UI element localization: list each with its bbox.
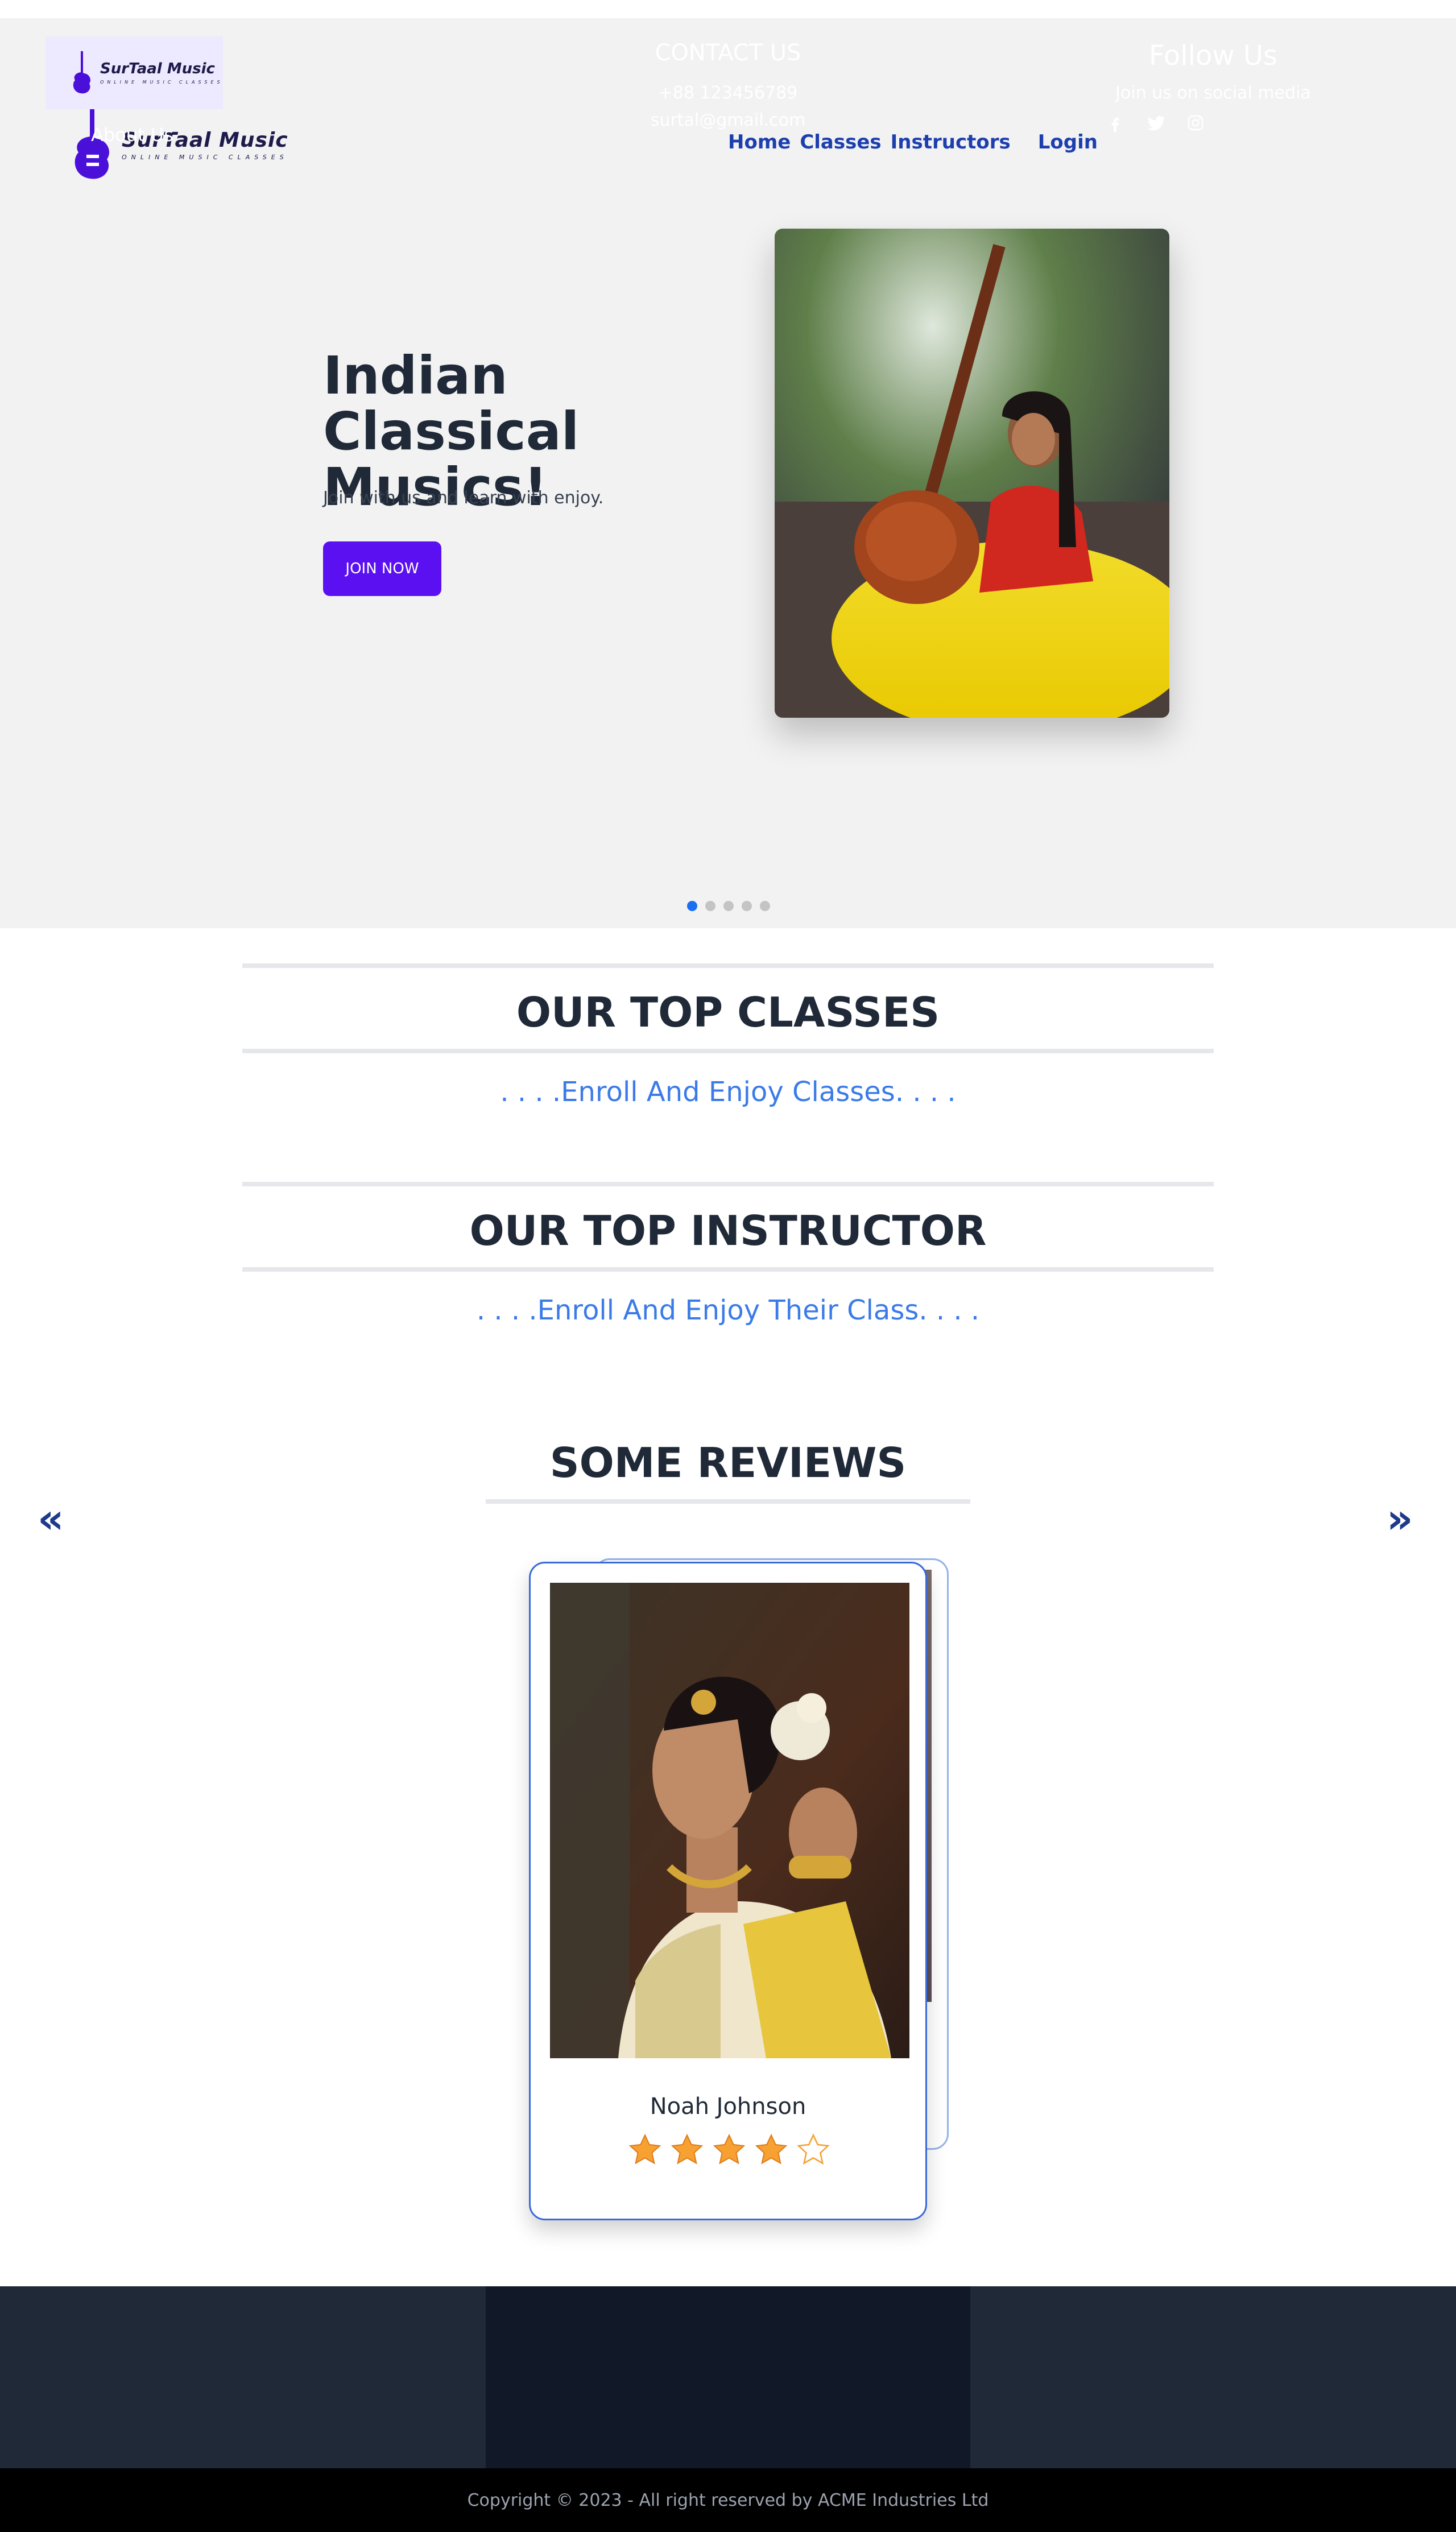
join-now-button[interactable]: JOIN NOW (323, 541, 441, 596)
woman-with-veena-photo (775, 229, 1169, 718)
reviews-title: SOME REVIEWS (549, 1439, 907, 1487)
classes-rule-top (242, 963, 1214, 968)
instructor-rule-bottom (242, 1267, 1214, 1272)
top-strip (0, 0, 1456, 18)
instructor-subtitle: . . . .Enroll And Enjoy Their Class. . .… (476, 1294, 980, 1326)
review-card-photo (550, 1583, 909, 2058)
nav-login[interactable]: Login (1038, 131, 1098, 154)
footer-logo[interactable]: SurTaal Music ONLINE MUSIC CLASSES (46, 36, 223, 109)
star-filled-icon (755, 2133, 788, 2165)
classes-rule-bottom (242, 1049, 1214, 1053)
slider-dot-5[interactable] (760, 901, 770, 911)
nav-classes[interactable]: Classes (800, 131, 881, 154)
review-card[interactable]: Noah Johnson (529, 1562, 927, 2220)
hero-photo (775, 229, 1169, 718)
classes-subtitle: . . . .Enroll And Enjoy Classes. . . . (500, 1076, 956, 1108)
footer-brand-name: SurTaal Music (100, 60, 215, 77)
instructor-rule-top (242, 1182, 1214, 1186)
reviews-next-arrow[interactable]: » (1387, 1495, 1413, 1542)
about-us-link[interactable]: About Us (91, 124, 173, 146)
star-filled-icon (713, 2133, 746, 2165)
hero-slider-dots (687, 901, 770, 911)
follow-title: Follow Us (1149, 40, 1277, 72)
star-empty-icon (797, 2133, 830, 2165)
classes-title: OUR TOP CLASSES (516, 988, 940, 1036)
slider-dot-2[interactable] (705, 901, 715, 911)
follow-subtitle: Join us on social media (1115, 83, 1311, 103)
twitter-icon[interactable] (1147, 114, 1165, 133)
woman-in-traditional-saree-photo (550, 1583, 909, 2058)
copyright-bar: Copyright © 2023 - All right reserved by… (0, 2468, 1456, 2532)
brand-tagline: ONLINE MUSIC CLASSES (122, 154, 288, 161)
footer-contact-panel (486, 2286, 970, 2468)
nav-instructors[interactable]: Instructors (891, 131, 1011, 154)
instagram-icon[interactable] (1186, 114, 1203, 133)
footer (0, 2286, 1456, 2468)
slider-dot-4[interactable] (742, 901, 752, 911)
social-links (1107, 114, 1203, 133)
slider-dot-3[interactable] (723, 901, 734, 911)
main-nav: Home Classes Instructors Login (728, 131, 1098, 154)
contact-title: CONTACT US (655, 40, 801, 66)
hero-subtitle: Join with us and learn with enjoy. (323, 488, 604, 508)
instructor-title: OUR TOP INSTRUCTOR (469, 1207, 987, 1255)
nav-home[interactable]: Home (728, 131, 791, 154)
footer-brand-tagline: ONLINE MUSIC CLASSES (100, 80, 224, 85)
contact-phone: +88 123456789 (658, 83, 798, 103)
reviewer-name: Noah Johnson (650, 2094, 806, 2120)
facebook-icon[interactable] (1107, 114, 1124, 133)
contact-email[interactable]: surtal@gmail.com (486, 110, 970, 130)
slider-dot-1[interactable] (687, 901, 697, 911)
rating-stars (627, 2132, 831, 2167)
star-filled-icon (671, 2133, 704, 2165)
guitar-icon (73, 51, 90, 94)
reviews-rule (486, 1499, 970, 1504)
reviews-prev-arrow[interactable]: « (38, 1495, 64, 1542)
star-filled-icon (628, 2133, 661, 2165)
